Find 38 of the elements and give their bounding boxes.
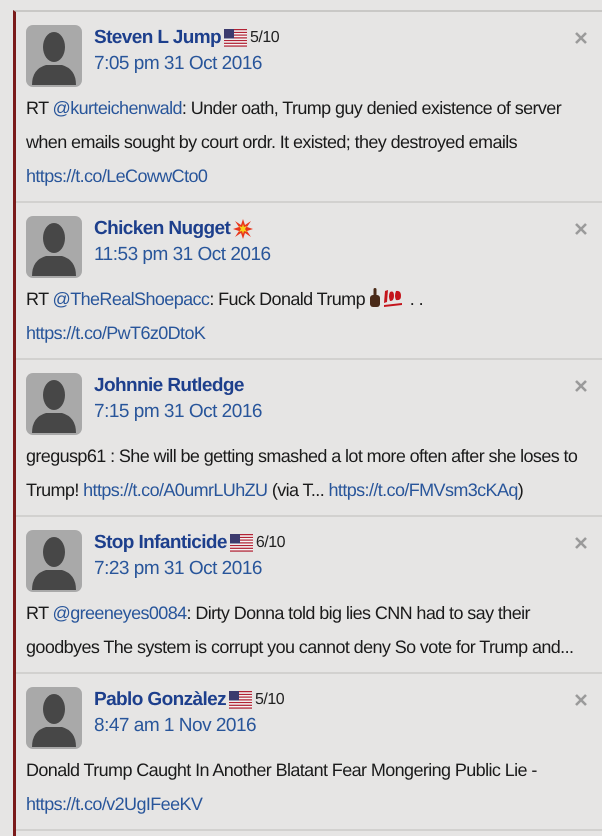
close-button[interactable] [574, 693, 588, 707]
close-button[interactable] [574, 536, 588, 550]
tweet-time[interactable]: 7:15 pm 31 Oct 2016 [94, 401, 562, 423]
tweet-time[interactable]: 8:47 am 1 Nov 2016 [94, 715, 562, 737]
url-link[interactable]: https://t.co/PwT6z0DtoK [26, 323, 206, 343]
tweet-text: gregusp61 : She will be getting smashed a lot more often after she loses to Trump! https://t.co/A0umrLUhZU (via T... https://t.co/FMVsm3cKAq) [26, 445, 578, 502]
url-link[interactable]: https://t.co/A0umrLUhZU [83, 480, 268, 500]
tweet-time[interactable]: 7:23 pm 31 Oct 2016 [94, 558, 562, 580]
close-button[interactable] [574, 222, 588, 236]
score-label: 6/10 [256, 534, 286, 552]
url-link[interactable]: https://t.co/LeCowwCto0 [26, 166, 208, 186]
close-button[interactable] [574, 379, 588, 393]
tweet-text: Donald Trump Caught In Another Blatant Fear Mongering Public Lie - https://t.co/v2UgIFeeKV [26, 759, 538, 816]
mention-link[interactable]: @kurteichenwald [52, 98, 182, 118]
tweet-text: RT @kurteichenwald: Under oath, Trump guy denied existence of server when emails sought by court ordr. It existed; they destroyed emails https://t.co/LeCowwCto0 [26, 97, 562, 188]
user-name[interactable]: Stop Infanticide [94, 532, 227, 554]
hand-icon [369, 288, 382, 308]
score-label: 5/10 [250, 29, 280, 47]
user-name[interactable]: Steven L Jump [94, 27, 221, 49]
avatar-icon [26, 216, 82, 278]
tweet-text: RT @greeneyes0084: Dirty Donna told big lies CNN had to say their goodbyes The system is corrupt you cannot deny So vote for Trump and... [26, 602, 574, 659]
avatar-icon [26, 687, 82, 749]
score-label: 5/10 [255, 691, 284, 709]
avatar-icon [26, 530, 82, 592]
user-name[interactable]: Chicken Nugget [94, 218, 230, 240]
tweet-time[interactable]: 11:53 pm 31 Oct 2016 [94, 244, 562, 266]
avatar-icon [26, 25, 82, 87]
avatar-icon [26, 373, 82, 435]
tweet-text: RT @TheRealShoepacc: Fuck Donald Trump . . https://t.co/PwT6z0DtoK [26, 287, 424, 345]
user-name[interactable]: Pablo Gonzàlez [94, 689, 226, 711]
hundred-icon [383, 288, 404, 308]
user-name[interactable]: Johnnie Rutledge [94, 375, 244, 397]
url-link[interactable]: https://t.co/FMVsm3cKAq [328, 480, 518, 500]
tweet-time[interactable]: 7:05 pm 31 Oct 2016 [94, 53, 562, 75]
close-button[interactable] [574, 31, 588, 45]
mention-link[interactable]: @TheRealShoepacc [52, 289, 210, 309]
url-link[interactable]: https://t.co/v2UgIFeeKV [26, 794, 202, 814]
mention-link[interactable]: @greeneyes0084 [52, 603, 187, 623]
